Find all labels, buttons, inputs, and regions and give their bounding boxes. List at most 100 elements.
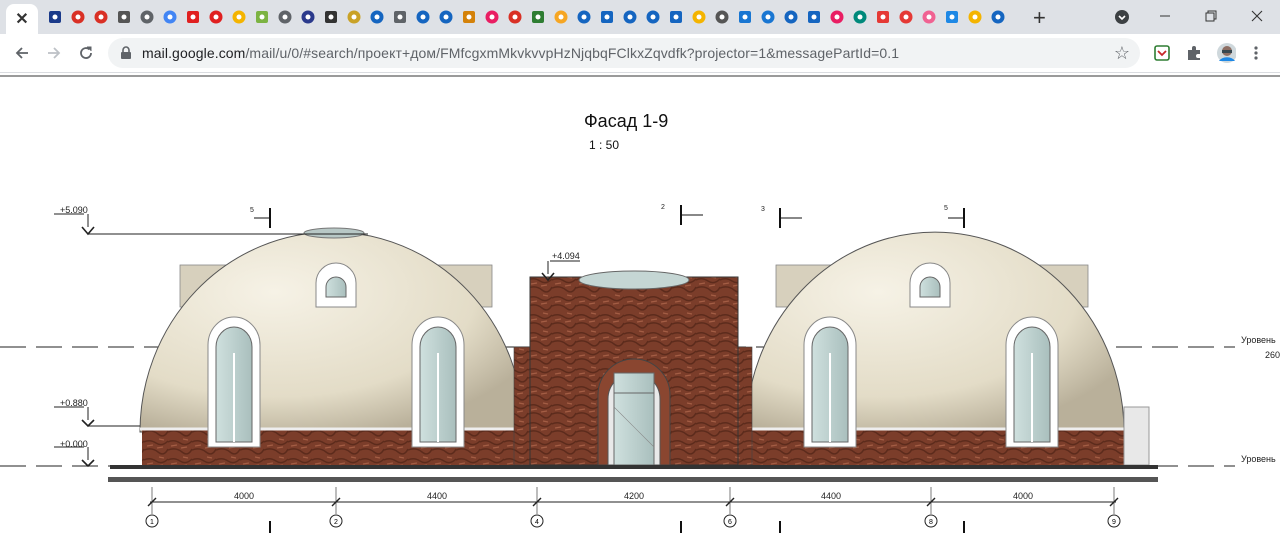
url-text: mail.google.com/mail/u/0/#search/проект+…	[142, 45, 899, 61]
back-button[interactable]	[10, 42, 34, 64]
pinned-tab[interactable]	[895, 7, 916, 27]
extensions-button[interactable]	[1184, 43, 1204, 63]
pinned-tab[interactable]	[343, 7, 364, 27]
dimension-label: 4200	[624, 491, 645, 501]
pinned-tab[interactable]	[619, 7, 640, 27]
pinned-tab[interactable]	[366, 7, 387, 27]
close-window-button[interactable]	[1234, 3, 1280, 29]
hand-icon	[554, 10, 567, 24]
pinned-tab[interactable]	[320, 7, 341, 27]
avatar-icon	[1217, 43, 1236, 63]
pinned-tab[interactable]	[136, 7, 157, 27]
active-tab[interactable]: ✕	[6, 4, 38, 34]
wikipedia-icon	[324, 11, 337, 23]
info-icon	[232, 10, 245, 24]
bookmark-star-icon[interactable]: ☆	[1114, 43, 1130, 64]
pinned-tab[interactable]	[665, 7, 686, 27]
pinned-tab[interactable]	[527, 7, 548, 27]
lock-icon	[121, 46, 131, 59]
dimension-label: 4000	[1013, 491, 1034, 501]
foundation-line	[108, 477, 1158, 482]
pinned-tab[interactable]	[918, 7, 939, 27]
tab-strip: ✕ +	[0, 0, 1280, 34]
document-viewer: Фасад 1-9 1 : 50 1 2 4 6 8 9 +5.090 +4.0…	[0, 77, 1280, 533]
pinned-tab[interactable]	[987, 7, 1008, 27]
pinned-tab[interactable]	[550, 7, 571, 27]
fp-icon	[807, 11, 820, 23]
extension-pocket-button[interactable]	[1152, 43, 1172, 63]
pinned-tab[interactable]	[44, 7, 65, 27]
axis-marker-label: 1	[150, 519, 154, 526]
gmail-icon	[94, 10, 107, 24]
extension-icon	[117, 11, 130, 23]
pinned-tab[interactable]	[688, 7, 709, 27]
pinned-tab[interactable]	[964, 7, 985, 27]
level-marker-3	[54, 406, 140, 428]
section-mark-3	[779, 208, 802, 228]
url-host: mail.google.com	[142, 45, 246, 61]
central-skylight	[578, 270, 690, 290]
extension-icon	[715, 10, 728, 24]
puzzle-icon	[1188, 46, 1200, 60]
close-tab-icon[interactable]: ✕	[15, 9, 28, 29]
level-right-label: Уровень	[1241, 335, 1276, 345]
pinned-tab[interactable]	[596, 7, 617, 27]
url-path: /mail/u/0/#search/проект+дом/FMfcgxmMkvk…	[245, 45, 900, 61]
restore-button[interactable]	[1188, 3, 1234, 29]
close-icon	[1251, 10, 1263, 22]
pinned-tab[interactable]	[389, 7, 410, 27]
pinned-tab[interactable]	[435, 7, 456, 27]
dimension-label: 4400	[427, 491, 448, 501]
forward-button[interactable]	[42, 42, 66, 64]
pinned-tab[interactable]	[849, 7, 870, 27]
left-dome-window-1	[207, 316, 261, 448]
section-mark-label: 3	[761, 206, 765, 213]
forward-arrow-icon	[48, 47, 61, 59]
facade-drawing: 1 2 4 6 8 9	[0, 205, 1235, 533]
pinned-tab[interactable]	[274, 7, 295, 27]
pinned-tab[interactable]	[113, 7, 134, 27]
globe-icon	[278, 10, 291, 24]
pinned-tab[interactable]	[734, 7, 755, 27]
axis-markers: 1 2 4 6 8 9	[145, 514, 1121, 528]
reload-button[interactable]	[74, 42, 98, 64]
reload-icon	[80, 46, 92, 59]
gmail-icon	[508, 10, 521, 24]
profile-avatar[interactable]	[1216, 43, 1236, 63]
axis-marker-label: 4	[535, 519, 539, 526]
left-dome-window-2	[411, 316, 465, 448]
pinned-tab[interactable]	[251, 7, 272, 27]
pinned-tab[interactable]	[67, 7, 88, 27]
tab-search-button[interactable]	[1114, 9, 1130, 30]
pinned-tab[interactable]	[182, 7, 203, 27]
pinned-tab[interactable]	[941, 7, 962, 27]
pinned-tab[interactable]	[412, 7, 433, 27]
pinned-tab[interactable]	[297, 7, 318, 27]
pinned-tab[interactable]	[159, 7, 180, 27]
section-mark-1	[254, 208, 271, 228]
minimize-icon	[1160, 15, 1170, 17]
pinned-tab[interactable]	[757, 7, 778, 27]
book-icon	[738, 11, 751, 23]
address-bar[interactable]: mail.google.com/mail/u/0/#search/проект+…	[108, 38, 1140, 68]
pinned-tab[interactable]	[826, 7, 847, 27]
pinned-tab[interactable]	[481, 7, 502, 27]
pinned-tab[interactable]	[205, 7, 226, 27]
pinned-tab[interactable]	[504, 7, 525, 27]
pinned-tab[interactable]	[90, 7, 111, 27]
minimize-button[interactable]	[1142, 3, 1188, 29]
pinned-tab[interactable]	[780, 7, 801, 27]
pinned-tab[interactable]	[872, 7, 893, 27]
gmail-icon	[71, 10, 84, 24]
pinned-tab[interactable]	[803, 7, 824, 27]
new-tab-button[interactable]: +	[1033, 5, 1046, 31]
pinned-tab[interactable]	[573, 7, 594, 27]
pinned-tab[interactable]	[642, 7, 663, 27]
pinned-tabs	[44, 7, 1008, 27]
pinned-tab[interactable]	[711, 7, 732, 27]
browser-menu-button[interactable]	[1246, 43, 1266, 63]
opera-icon	[209, 10, 222, 24]
tab-search-icon	[1115, 10, 1129, 24]
pinned-tab[interactable]	[458, 7, 479, 27]
pinned-tab[interactable]	[228, 7, 249, 27]
